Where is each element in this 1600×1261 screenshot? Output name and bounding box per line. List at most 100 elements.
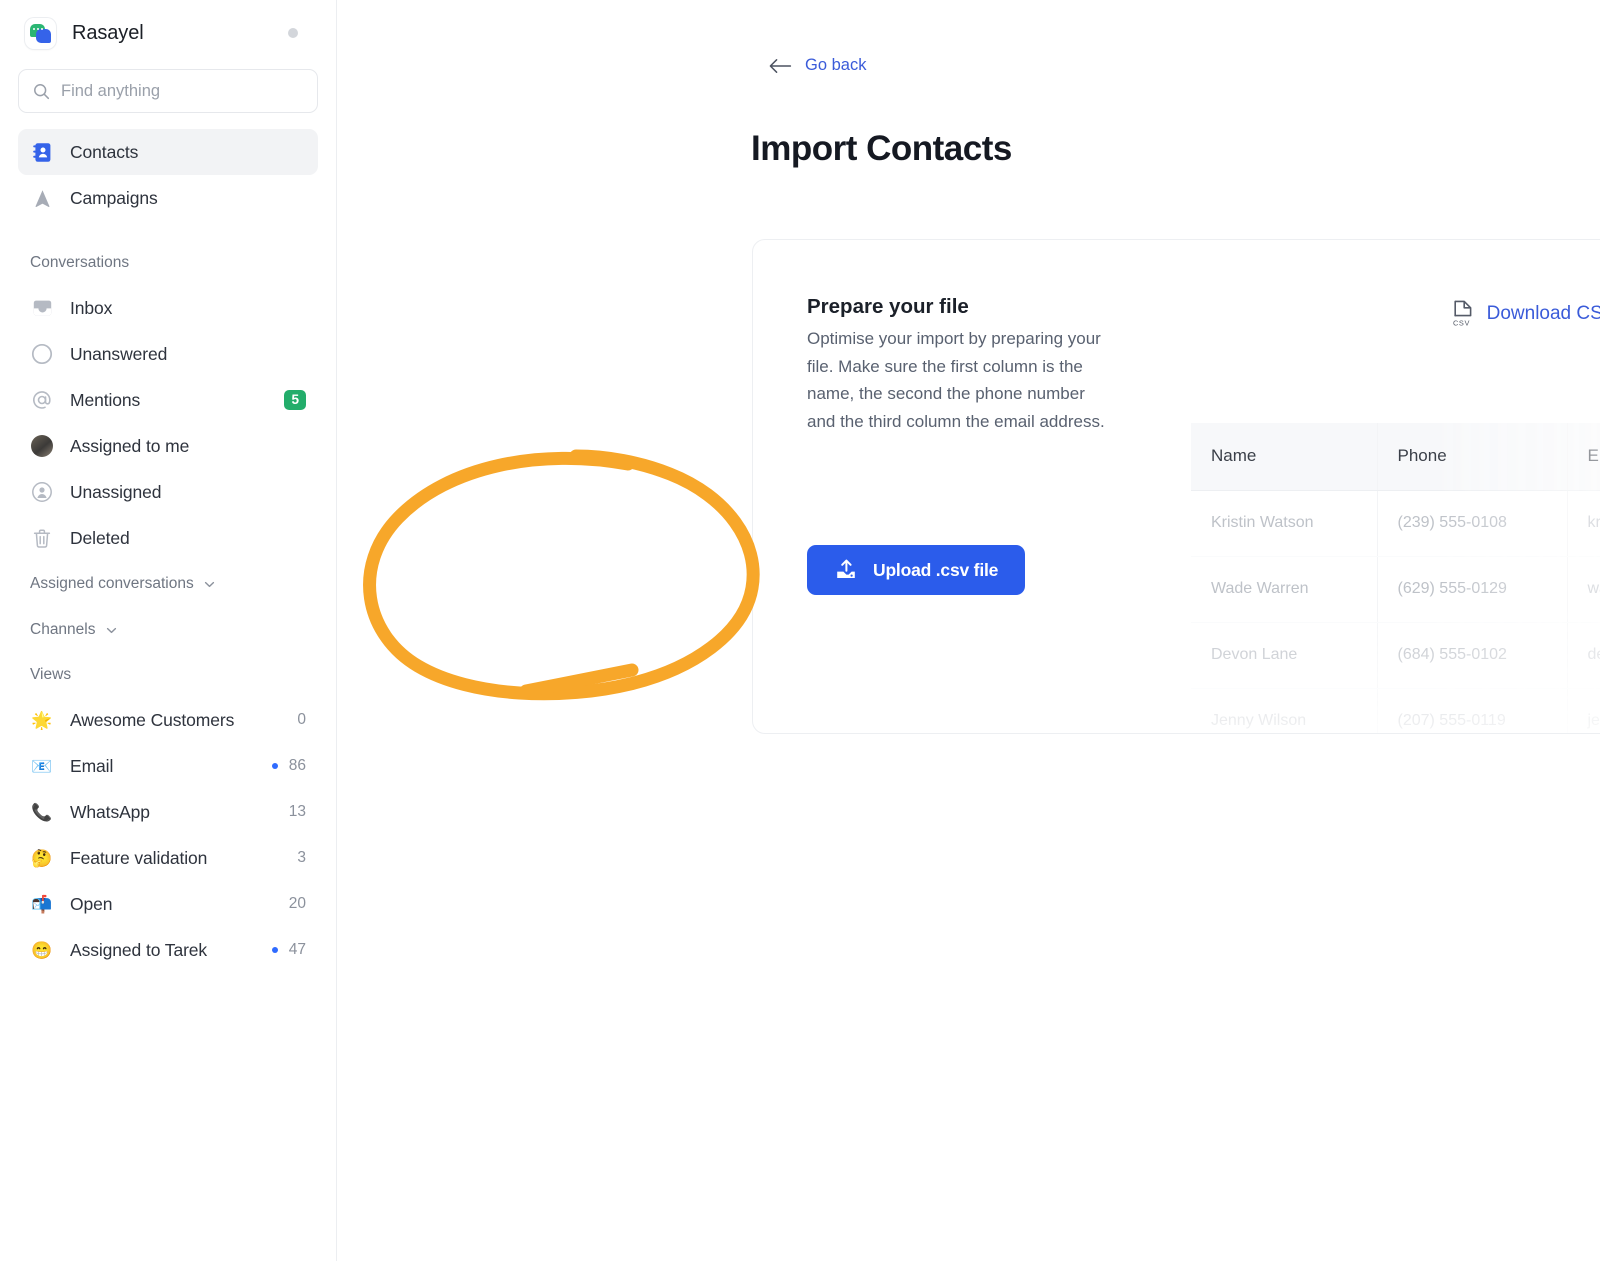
- unread-dot-icon: [271, 763, 278, 769]
- collapsible-assigned-conversations[interactable]: Assigned conversations: [18, 561, 318, 607]
- cell-email: wade@example.io: [1567, 556, 1600, 623]
- cell-phone: (239) 555-0108: [1377, 490, 1568, 557]
- sidebar-item-label: Mentions: [70, 389, 141, 410]
- sidebar-item-open[interactable]: 📬 Open 20: [18, 881, 318, 927]
- download-csv-sample-link[interactable]: CSV Download CSV sample: [1451, 300, 1600, 328]
- section-header-views: Views: [30, 666, 72, 683]
- user-circle-icon: [30, 480, 54, 504]
- cell-name: Wade Warren: [1191, 556, 1378, 623]
- sidebar-item-deleted[interactable]: Deleted: [18, 515, 318, 561]
- column-header-phone: Phone: [1377, 423, 1568, 491]
- status-dot-icon: [288, 28, 298, 38]
- thinking-emoji-icon: 🤔: [31, 848, 53, 868]
- search-icon: [34, 83, 50, 99]
- cell-email: kristin@example.io: [1567, 490, 1600, 557]
- grin-emoji-icon: 😁: [31, 940, 53, 960]
- collapsible-channels[interactable]: Channels: [18, 607, 318, 653]
- page-title: Import Contacts: [751, 129, 1012, 168]
- star-emoji-icon: 🌟: [31, 710, 53, 730]
- go-back-link[interactable]: Go back: [769, 56, 866, 75]
- cell-email: jenny@example.io: [1567, 688, 1600, 733]
- at-mention-icon: [30, 388, 54, 412]
- sidebar-item-label: Campaigns: [70, 187, 158, 208]
- sidebar-item-label: Contacts: [70, 141, 139, 162]
- sidebar-item-label: Feature validation: [70, 847, 208, 868]
- sidebar-item-assigned-to-me[interactable]: Assigned to me: [18, 423, 318, 469]
- sidebar-item-label: Open: [70, 893, 113, 914]
- svg-text:CSV: CSV: [1453, 319, 1470, 328]
- sidebar-item-assigned-to-tarek[interactable]: 😁 Assigned to Tarek 47: [18, 927, 318, 973]
- sidebar-item-label: Awesome Customers: [70, 709, 235, 730]
- collapsible-label: Channels: [30, 621, 96, 638]
- sidebar-item-awesome-customers[interactable]: 🌟 Awesome Customers 0: [18, 697, 318, 743]
- sidebar-item-contacts[interactable]: Contacts: [18, 129, 318, 175]
- chevron-down-icon: [106, 627, 116, 633]
- sidebar-item-label: Email: [70, 755, 114, 776]
- sidebar: Rasayel Contacts: [0, 0, 337, 1261]
- collapsible-label: Assigned conversations: [30, 575, 194, 592]
- csv-file-icon: CSV: [1453, 300, 1472, 328]
- chevron-down-icon: [204, 581, 214, 587]
- sidebar-item-count: 3: [297, 849, 306, 866]
- sidebar-item-count: 47: [288, 941, 306, 958]
- import-card: Prepare your file Optimise your import b…: [752, 239, 1600, 734]
- table-row: Devon Lane (684) 555-0102 devon@example.…: [1191, 622, 1600, 689]
- phone-emoji-icon: 📞: [31, 802, 53, 822]
- campaigns-megaphone-icon: [30, 186, 54, 210]
- contacts-book-icon: [30, 140, 54, 164]
- csv-preview-table-wrapper: Name Phone Email Kristin Watson (239) 55…: [1191, 423, 1600, 733]
- sidebar-item-label: Deleted: [70, 527, 130, 548]
- sidebar-item-label: Inbox: [70, 297, 113, 318]
- table-row: Jenny Wilson (207) 555-0119 jenny@exampl…: [1191, 688, 1600, 733]
- sidebar-item-label: WhatsApp: [70, 801, 150, 822]
- inbox-tray-icon: [30, 296, 54, 320]
- sidebar-item-label: Unassigned: [70, 481, 162, 502]
- sidebar-item-inbox[interactable]: Inbox: [18, 285, 318, 331]
- cell-phone: (684) 555-0102: [1377, 622, 1568, 689]
- search-input-wrapper[interactable]: [18, 69, 318, 113]
- sidebar-item-unassigned[interactable]: Unassigned: [18, 469, 318, 515]
- cell-phone: (629) 555-0129: [1377, 556, 1568, 623]
- cell-phone: (207) 555-0119: [1377, 688, 1568, 733]
- search-input[interactable]: [61, 81, 303, 101]
- app-root: Rasayel Contacts: [0, 0, 1600, 1261]
- table-row: Kristin Watson (239) 555-0108 kristin@ex…: [1191, 490, 1600, 557]
- upload-csv-button[interactable]: Upload .csv file: [807, 545, 1026, 595]
- table-header-row: Name Phone Email: [1191, 423, 1600, 491]
- arrow-left-icon: [769, 58, 792, 73]
- trash-icon: [30, 526, 54, 550]
- sidebar-item-label: Unanswered: [70, 343, 168, 364]
- workspace-name: Rasayel: [72, 21, 144, 44]
- sidebar-item-feature-validation[interactable]: 🤔 Feature validation 3: [18, 835, 318, 881]
- csv-preview-table: Name Phone Email Kristin Watson (239) 55…: [1191, 423, 1600, 733]
- cell-name: Jenny Wilson: [1191, 688, 1378, 733]
- sidebar-item-count: 86: [288, 757, 306, 774]
- cell-name: Devon Lane: [1191, 622, 1378, 689]
- prepare-description: Optimise your import by preparing your f…: [807, 329, 1105, 431]
- cell-email: devon@example.io: [1567, 622, 1600, 689]
- email-emoji-icon: 📧: [31, 756, 53, 776]
- sidebar-item-unanswered[interactable]: Unanswered: [18, 331, 318, 377]
- unread-dot-icon: [271, 947, 278, 953]
- go-back-label: Go back: [805, 56, 867, 74]
- user-avatar-icon: [30, 434, 54, 458]
- column-header-email: Email: [1567, 423, 1600, 491]
- circle-outline-icon: [30, 342, 54, 366]
- column-header-name: Name: [1191, 423, 1378, 491]
- sidebar-item-mentions[interactable]: Mentions 5: [18, 377, 318, 423]
- sidebar-item-email[interactable]: 📧 Email 86: [18, 743, 318, 789]
- mentions-badge: 5: [284, 390, 306, 410]
- download-csv-sample-label: Download CSV sample: [1486, 303, 1600, 324]
- brand-header[interactable]: Rasayel: [18, 0, 318, 66]
- sidebar-item-count: 0: [297, 711, 306, 728]
- table-row: Wade Warren (629) 555-0129 wade@example.…: [1191, 556, 1600, 623]
- sidebar-item-whatsapp[interactable]: 📞 WhatsApp 13: [18, 789, 318, 835]
- mailbox-emoji-icon: 📬: [31, 894, 53, 914]
- sidebar-item-campaigns[interactable]: Campaigns: [18, 175, 318, 221]
- cell-name: Kristin Watson: [1191, 490, 1378, 557]
- upload-icon: [837, 559, 855, 578]
- sidebar-item-count: 20: [288, 895, 306, 912]
- upload-csv-label: Upload .csv file: [873, 559, 999, 580]
- sidebar-item-label: Assigned to Tarek: [70, 939, 208, 960]
- main-content: Go back Import Contacts Prepare your fil…: [337, 0, 1600, 1261]
